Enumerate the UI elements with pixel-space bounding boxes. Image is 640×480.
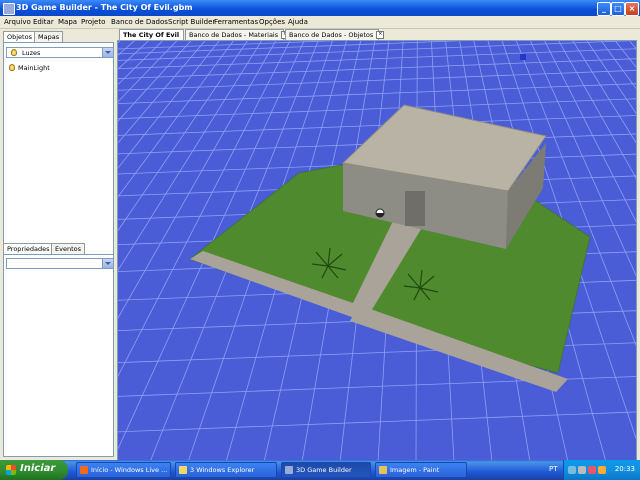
app-icon: [3, 3, 15, 15]
menu-editar[interactable]: Editar: [33, 18, 54, 26]
tab-label: The City Of Evil: [123, 31, 180, 39]
light-bulb-icon: [9, 64, 15, 71]
taskbar-button-label: 3 Windows Explorer: [190, 466, 255, 474]
category-select[interactable]: Luzes: [6, 47, 114, 58]
list-item[interactable]: MainLight: [7, 63, 107, 73]
tab-the-city-of-evil[interactable]: The City Of Evil: [119, 29, 184, 40]
category-select-value: Luzes: [22, 49, 41, 57]
scene-viewport[interactable]: [117, 40, 637, 461]
security-icon[interactable]: [588, 466, 596, 474]
window-title: 3D Game Builder - The City Of Evil.gbm: [16, 3, 193, 12]
app-icon: [285, 466, 293, 474]
menu-opcoes[interactable]: Opções: [259, 18, 285, 26]
light-bulb-icon: [11, 49, 17, 56]
taskbar-button-windows-live[interactable]: Início - Windows Live ...: [76, 462, 171, 478]
building-door: [405, 191, 425, 226]
menu-script-builder[interactable]: Script Builder: [168, 18, 215, 26]
tab-propriedades[interactable]: Propriedades: [3, 243, 54, 254]
tab-mapas[interactable]: Mapas: [34, 31, 64, 42]
clock: 20:33: [614, 465, 635, 473]
taskbar: Iniciar Início - Windows Live ... 3 Wind…: [0, 460, 640, 480]
folder-icon: [179, 466, 187, 474]
menu-projeto[interactable]: Projeto: [81, 18, 105, 26]
menu-banco-de-dados[interactable]: Banco de Dados: [111, 18, 168, 26]
axis-gizmo-icon: [520, 54, 526, 60]
scene-render: [118, 41, 636, 460]
minimize-button[interactable]: _: [597, 2, 611, 16]
tab-label: Banco de Dados - Materiais: [189, 31, 279, 39]
title-bar: 3D Game Builder - The City Of Evil.gbm _…: [0, 0, 640, 16]
taskbar-button-label: Imagem - Paint: [390, 466, 440, 474]
system-tray: 20:33: [563, 460, 640, 480]
left-panel: Objetos Mapas Luzes MainLight Propriedad…: [0, 29, 116, 460]
menu-arquivo[interactable]: Arquivo: [4, 18, 31, 26]
messenger-icon[interactable]: [598, 466, 606, 474]
maximize-button[interactable]: □: [611, 2, 625, 16]
property-select[interactable]: [6, 258, 114, 269]
menu-ajuda[interactable]: Ajuda: [288, 18, 308, 26]
tab-label: Banco de Dados - Objetos: [289, 31, 374, 39]
taskbar-button-game-builder[interactable]: 3D Game Builder: [281, 462, 371, 478]
menu-ferramentas[interactable]: Ferramentas: [214, 18, 258, 26]
browser-icon: [80, 466, 88, 474]
paint-icon: [379, 466, 387, 474]
tab-objetos[interactable]: Objetos: [3, 31, 36, 42]
menu-mapa[interactable]: Mapa: [58, 18, 77, 26]
volume-icon[interactable]: [578, 466, 586, 474]
taskbar-button-label: Início - Windows Live ...: [91, 466, 168, 474]
tab-banco-objetos[interactable]: Banco de Dados - Objetos ×: [285, 29, 385, 40]
start-button[interactable]: Iniciar: [0, 460, 68, 480]
menu-bar: Arquivo Editar Mapa Projeto Banco de Dad…: [0, 16, 640, 29]
tab-banco-materiais[interactable]: Banco de Dados - Materiais×: [185, 29, 290, 40]
language-indicator[interactable]: PT: [549, 465, 558, 473]
document-tab-bar: The City Of Evil Banco de Dados - Materi…: [117, 29, 640, 40]
close-button[interactable]: ×: [625, 2, 639, 16]
objects-panel: Luzes MainLight: [3, 42, 114, 265]
taskbar-button-explorer[interactable]: 3 Windows Explorer: [175, 462, 277, 478]
chevron-down-icon[interactable]: [102, 48, 113, 57]
properties-panel: [3, 254, 114, 457]
close-icon[interactable]: ×: [376, 31, 385, 39]
windows-logo-icon: [6, 465, 16, 475]
taskbar-button-paint[interactable]: Imagem - Paint: [375, 462, 467, 478]
start-label: Iniciar: [20, 463, 56, 474]
network-icon[interactable]: [568, 466, 576, 474]
list-item-label: MainLight: [18, 64, 50, 72]
taskbar-button-label: 3D Game Builder: [296, 466, 352, 474]
chevron-down-icon[interactable]: [102, 259, 113, 268]
tab-eventos[interactable]: Eventos: [51, 243, 85, 254]
